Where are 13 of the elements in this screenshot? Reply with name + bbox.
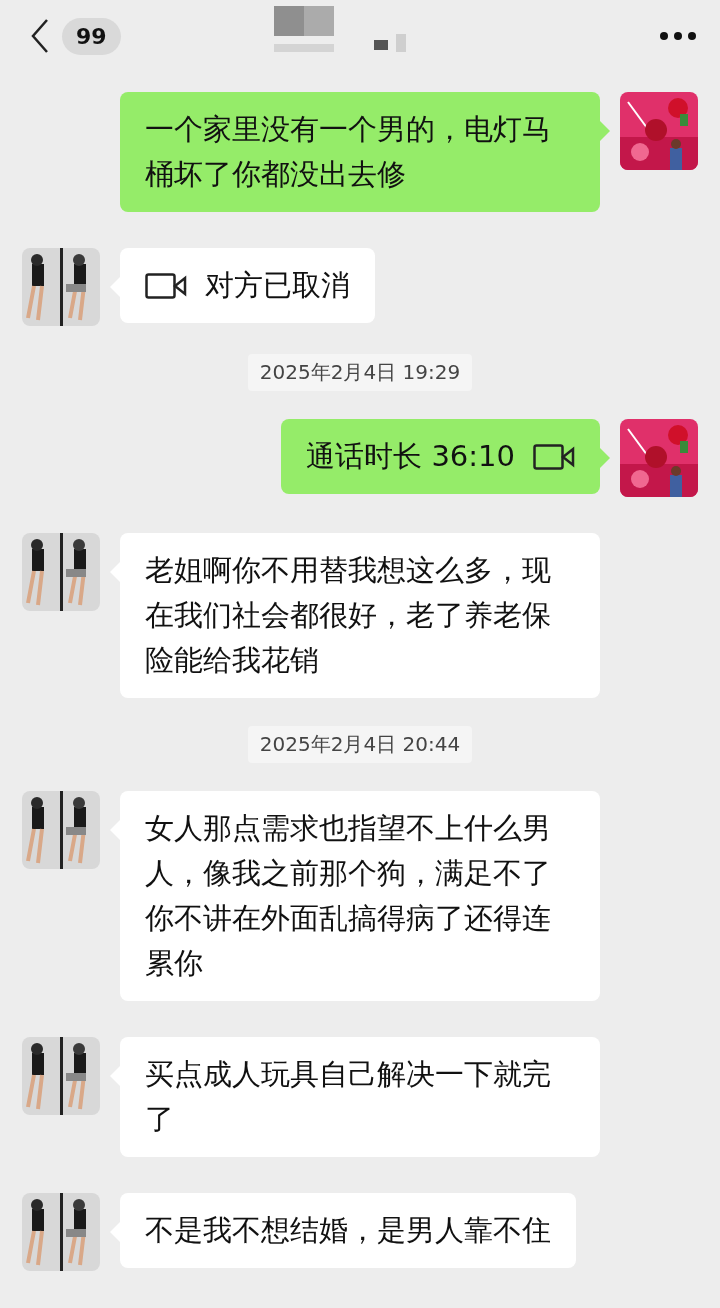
timestamp: 2025年2月4日 19:29: [247, 354, 473, 391]
unread-count: 99: [62, 17, 121, 55]
video-camera-icon: [533, 443, 575, 470]
message-text: 老姐啊你不用替我想这么多，现在我们社会都很好，老了养老保险能给我花销: [145, 552, 552, 679]
message-text: 女人那点需求也指望不上什么男人，像我之前那个狗，满足不了你不讲在外面乱搞得病了还得连累你: [145, 810, 552, 982]
video-camera-icon: [145, 272, 187, 299]
message-text: 不是我不想结婚，是男人靠不住: [145, 1212, 551, 1249]
call-status: 对方已取消: [205, 267, 350, 304]
timestamp: 2025年2月4日 20:44: [247, 726, 473, 763]
call-status: 通话时长 36:10: [306, 438, 515, 475]
more-icon[interactable]: [658, 30, 698, 42]
message-text: 一个家里没有一个男的，电灯马桶坏了你都没出去修: [145, 111, 552, 193]
message-text: 买点成人玩具自己解决一下就完了: [145, 1056, 552, 1138]
